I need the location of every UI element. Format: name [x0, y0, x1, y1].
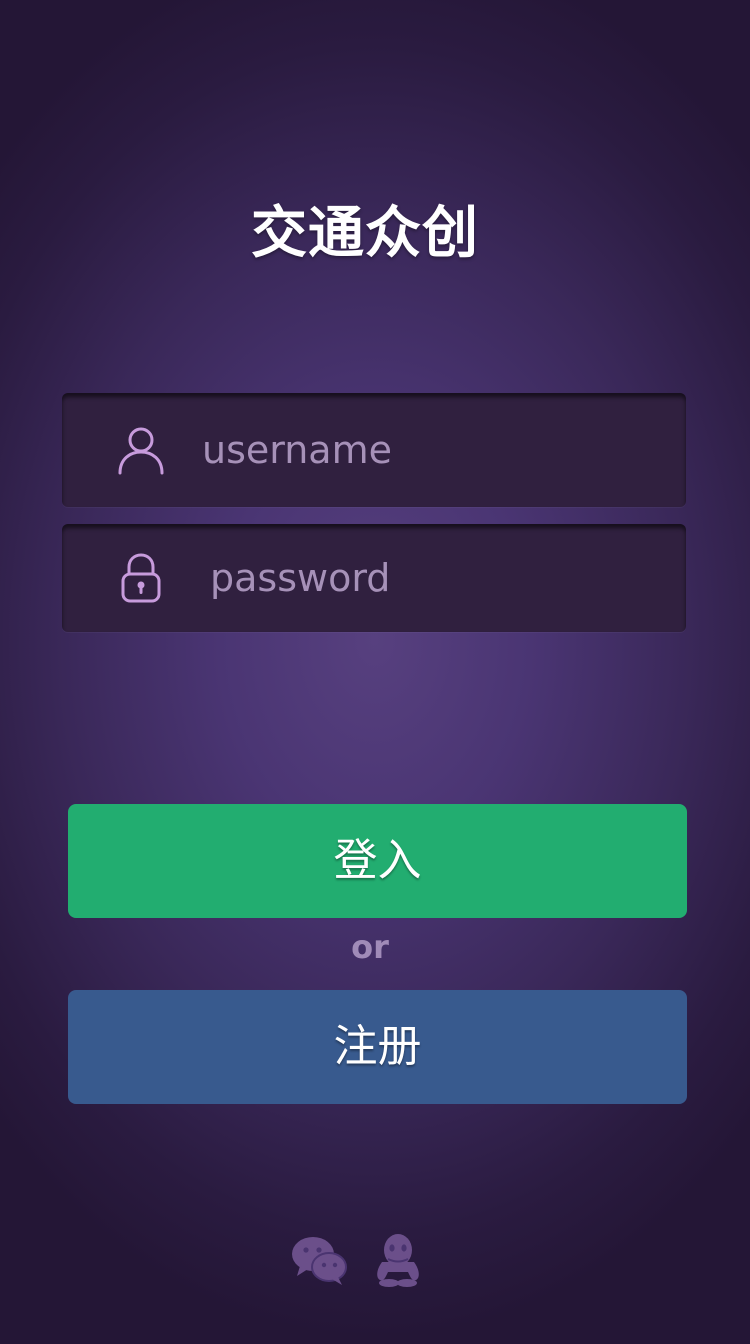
or-separator: or [351, 928, 389, 966]
username-input[interactable] [202, 393, 662, 507]
wechat-login-button[interactable] [290, 1232, 350, 1288]
user-icon [118, 427, 164, 475]
qq-login-button[interactable] [372, 1232, 424, 1288]
qq-icon [377, 1234, 419, 1287]
lock-icon [121, 553, 161, 603]
wechat-icon [292, 1237, 347, 1285]
login-screen: 交通众创 登入 or 注册 [0, 0, 750, 1344]
username-field[interactable] [62, 393, 686, 507]
password-field[interactable] [62, 524, 686, 632]
app-title: 交通众创 [251, 201, 479, 266]
password-input[interactable] [210, 524, 670, 632]
login-button[interactable]: 登入 [68, 804, 687, 918]
register-button[interactable]: 注册 [68, 990, 687, 1104]
